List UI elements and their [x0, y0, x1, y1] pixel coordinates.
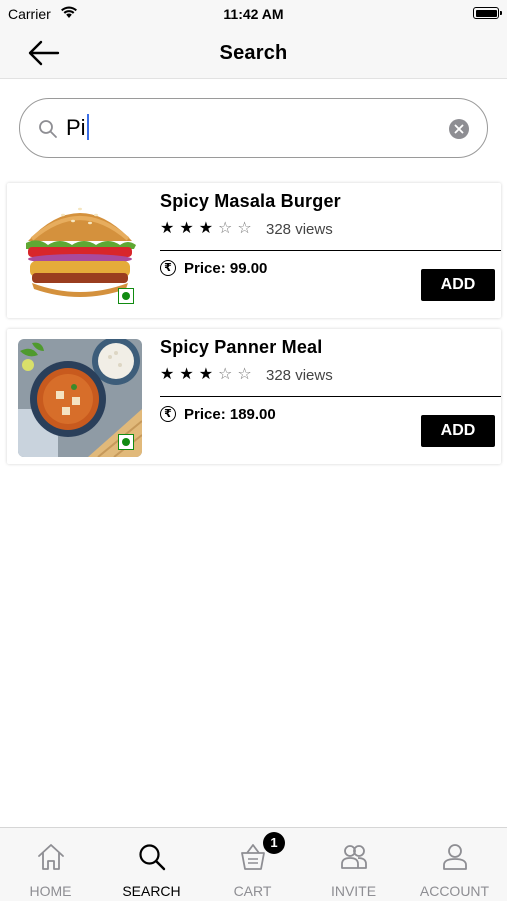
rating-stars: ★★★☆☆ [160, 364, 257, 384]
divider [160, 396, 501, 397]
cart-count-badge: 1 [263, 832, 285, 854]
tab-label: HOME [29, 883, 72, 899]
star-filled-icon: ★ [198, 366, 219, 383]
views-count: 328 views [266, 221, 333, 238]
item-name: Spicy Panner Meal [160, 337, 323, 357]
tab-account[interactable]: ACCOUNT [404, 828, 505, 901]
star-empty-icon: ☆ [237, 220, 257, 237]
invite-icon [341, 845, 367, 869]
account-icon [443, 844, 467, 870]
text-caret [86, 114, 89, 141]
star-filled-icon: ★ [179, 366, 199, 383]
item-price: Price: 189.00 [184, 406, 276, 423]
tab-cart[interactable]: 1 CART [202, 828, 303, 901]
rupee-icon: ₹ [160, 260, 176, 276]
status-bar: Carrier 11:42 AM [0, 0, 507, 28]
tab-label: SEARCH [122, 883, 181, 899]
star-empty-icon: ☆ [218, 220, 238, 237]
star-filled-icon: ★ [160, 220, 180, 237]
veg-indicator-icon [118, 434, 134, 450]
add-to-cart-button[interactable]: ADD [421, 269, 495, 301]
star-filled-icon: ★ [160, 366, 180, 383]
rating-stars: ★★★☆☆ [160, 218, 257, 238]
search-bar[interactable]: Pi [19, 98, 488, 158]
star-empty-icon: ☆ [218, 366, 238, 383]
search-input[interactable]: Pi [66, 113, 89, 143]
tab-label: INVITE [330, 883, 377, 899]
result-card[interactable]: Spicy Masala Burger ★★★☆☆ 328 views ₹ Pr… [7, 183, 501, 318]
item-name: Spicy Masala Burger [160, 191, 341, 211]
tab-label: CART [233, 883, 272, 899]
battery-icon [473, 7, 502, 19]
views-count: 328 views [266, 367, 333, 384]
tab-bar: HOME SEARCH 1 CART INVITE ACCOUNT [0, 827, 507, 901]
tab-home[interactable]: HOME [0, 828, 101, 901]
search-icon [38, 119, 58, 144]
item-price: Price: 99.00 [184, 260, 268, 277]
clock: 11:42 AM [223, 6, 284, 22]
star-filled-icon: ★ [179, 220, 199, 237]
clear-icon [454, 124, 464, 134]
add-to-cart-button[interactable]: ADD [421, 415, 495, 447]
divider [160, 250, 501, 251]
clear-search-button[interactable] [449, 119, 469, 139]
search-query: Pi [66, 115, 86, 140]
tab-label: ACCOUNT [419, 883, 490, 899]
veg-indicator-icon [118, 288, 134, 304]
star-empty-icon: ☆ [237, 366, 257, 383]
page-title: Search [219, 42, 288, 64]
search-icon [139, 844, 166, 871]
home-icon [38, 844, 64, 870]
tab-invite[interactable]: INVITE [303, 828, 404, 901]
rupee-icon: ₹ [160, 406, 176, 422]
nav-bar: Search [0, 28, 507, 79]
tab-search[interactable]: SEARCH [101, 828, 202, 901]
result-card[interactable]: Spicy Panner Meal ★★★☆☆ 328 views ₹ Pric… [7, 329, 501, 464]
star-filled-icon: ★ [198, 220, 219, 237]
